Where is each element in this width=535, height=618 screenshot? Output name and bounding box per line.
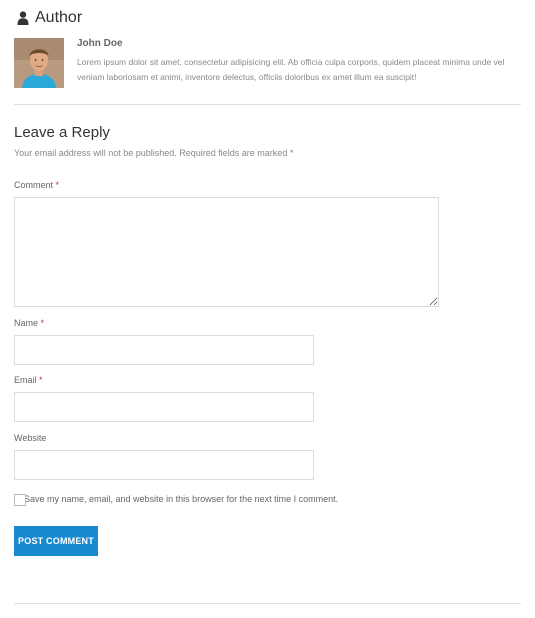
email-input[interactable] — [14, 392, 314, 422]
reply-notes-text: Your email address will not be published… — [14, 148, 288, 158]
author-heading-text: Author — [35, 9, 83, 26]
name-label-text: Name — [14, 318, 39, 328]
consent-label: Save my name, email, and website in this… — [24, 494, 339, 504]
required-marker: * — [289, 148, 294, 158]
website-label: Website — [14, 433, 47, 443]
name-input[interactable] — [14, 335, 314, 365]
name-label: Name * — [14, 318, 44, 328]
required-marker: * — [39, 375, 43, 385]
user-icon — [17, 11, 29, 25]
author-bio: Lorem ipsum dolor sit amet, consectetur … — [77, 57, 505, 82]
comment-label: Comment * — [14, 180, 59, 190]
author-heading: Author — [17, 9, 82, 27]
required-marker: * — [55, 180, 60, 190]
reply-title: Leave a Reply — [14, 124, 110, 141]
divider-top — [14, 104, 521, 105]
email-label-text: Email — [14, 375, 37, 385]
author-name: John Doe — [77, 38, 123, 49]
email-label: Email * — [14, 375, 43, 385]
reply-notes: Your email address will not be published… — [14, 148, 293, 158]
consent-checkbox[interactable] — [14, 494, 26, 506]
comment-textarea[interactable] — [14, 197, 439, 307]
website-input[interactable] — [14, 450, 314, 480]
comment-label-text: Comment — [14, 180, 54, 190]
divider-bottom — [14, 603, 521, 604]
required-marker: * — [40, 318, 45, 328]
post-comment-button[interactable]: POST COMMENT — [14, 526, 98, 556]
author-avatar — [14, 38, 64, 88]
